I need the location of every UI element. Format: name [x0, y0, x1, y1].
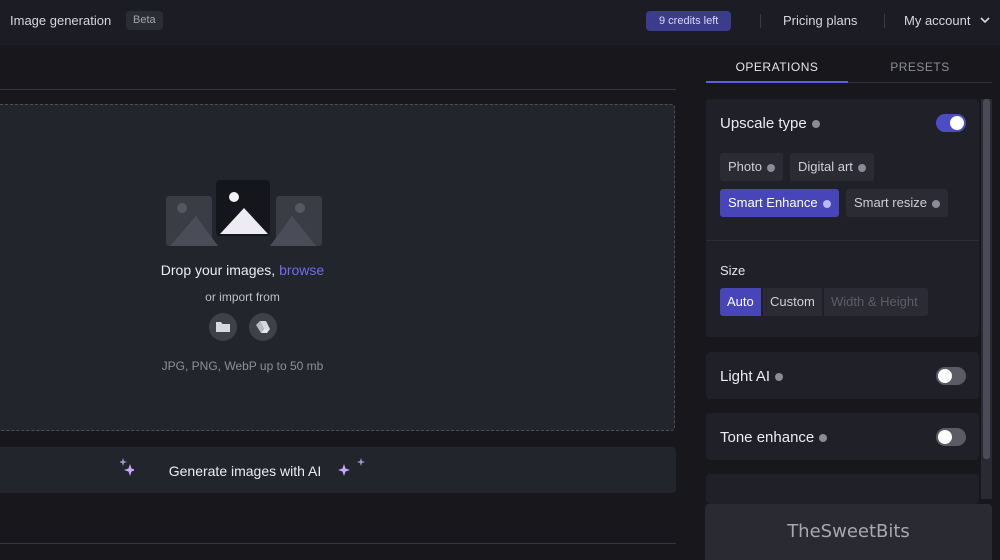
upscale-type-title: Upscale type: [720, 115, 820, 132]
google-drive-icon: [256, 321, 270, 333]
supported-formats: JPG, PNG, WebP up to 50 mb: [161, 359, 324, 373]
option-smart-resize[interactable]: Smart resize: [846, 189, 948, 217]
pricing-plans-link[interactable]: Pricing plans: [783, 13, 857, 28]
credits-badge[interactable]: 9 credits left: [646, 11, 732, 31]
next-option-card: [706, 474, 979, 504]
info-icon[interactable]: [822, 199, 831, 208]
chevron-down-icon[interactable]: [978, 13, 992, 27]
option-smart-enhance[interactable]: Smart Enhance: [720, 189, 839, 217]
divider: [0, 89, 676, 90]
info-icon[interactable]: [857, 163, 866, 172]
size-label: Size: [720, 263, 746, 278]
tone-enhance-toggle[interactable]: [936, 428, 966, 446]
option-label: Photo: [728, 159, 762, 174]
info-icon[interactable]: [775, 373, 784, 382]
beta-badge: Beta: [126, 11, 163, 30]
option-photo[interactable]: Photo: [720, 153, 783, 181]
info-icon[interactable]: [819, 434, 828, 443]
light-ai-label: Light AI: [720, 368, 771, 385]
light-ai-toggle[interactable]: [936, 367, 966, 385]
image-placeholder-icon: [166, 180, 322, 246]
top-bar: Image generation Beta 9 credits left Pri…: [0, 0, 1000, 45]
option-label: Smart resize: [854, 195, 927, 210]
light-ai-title: Light AI: [720, 368, 784, 385]
active-tab-indicator: [706, 81, 848, 83]
generate-ai-label: Generate images with AI: [168, 463, 322, 479]
option-label: Digital art: [798, 159, 853, 174]
divider: [760, 14, 761, 28]
divider: [0, 543, 676, 544]
info-icon[interactable]: [811, 120, 820, 129]
width-height-field: Width & Height: [824, 288, 928, 316]
sparkle-icon: [338, 458, 365, 476]
size-auto-button[interactable]: Auto: [720, 288, 761, 316]
drop-instructions: Drop your images, browse: [0, 262, 485, 278]
divider: [848, 82, 992, 83]
tab-operations[interactable]: OPERATIONS: [706, 60, 848, 74]
my-account-menu[interactable]: My account: [904, 13, 970, 28]
info-icon[interactable]: [766, 163, 775, 172]
drop-text: Drop your images,: [160, 262, 276, 278]
info-icon[interactable]: [931, 199, 940, 208]
watermark: TheSweetBits: [705, 504, 992, 560]
option-label: Smart Enhance: [728, 195, 818, 210]
app-title: Image generation: [10, 13, 112, 28]
divider: [706, 240, 979, 241]
browse-link[interactable]: browse: [279, 262, 324, 278]
tone-enhance-title: Tone enhance: [720, 429, 828, 446]
tone-enhance-label: Tone enhance: [720, 429, 815, 446]
size-custom-button[interactable]: Custom: [763, 288, 822, 316]
scrollbar-thumb[interactable]: [983, 99, 990, 459]
divider: [884, 14, 885, 28]
upscale-type-label: Upscale type: [720, 115, 807, 132]
watermark-text: TheSweetBits: [787, 521, 910, 542]
google-drive-import-button[interactable]: [249, 313, 277, 341]
import-text: or import from: [205, 290, 280, 304]
folder-icon: [216, 322, 230, 332]
upscale-toggle[interactable]: [936, 114, 966, 132]
tab-presets[interactable]: PRESETS: [850, 60, 990, 74]
folder-import-button[interactable]: [209, 313, 237, 341]
option-digital-art[interactable]: Digital art: [790, 153, 874, 181]
